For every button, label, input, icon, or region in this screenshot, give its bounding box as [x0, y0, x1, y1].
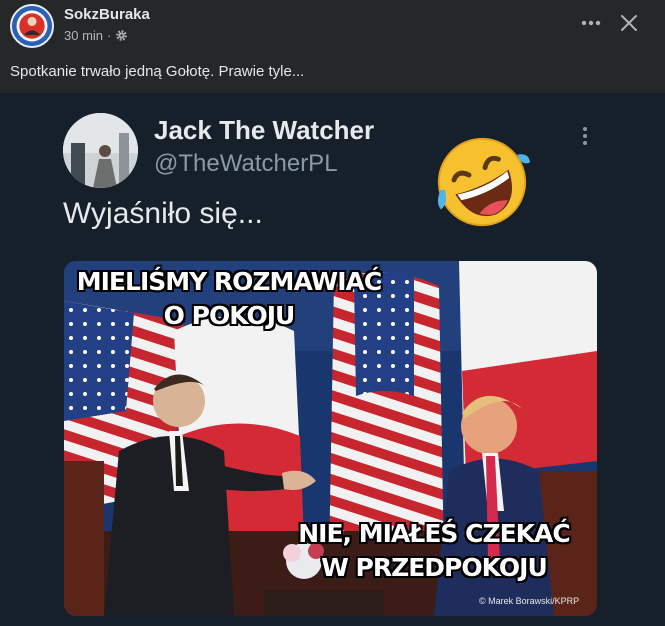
- more-vertical-icon: [583, 127, 587, 145]
- author-avatar[interactable]: [10, 4, 54, 48]
- meme-bottom-text: NIE, MIAŁEŚ CZEKAĆ W PRZEDPOKOJU: [298, 519, 571, 582]
- post-image[interactable]: Jack The Watcher @TheWatcherPL Wyjaśniło: [0, 93, 665, 626]
- post-header: SokzBuraka 30 min ·: [0, 0, 665, 55]
- more-options-button[interactable]: [576, 8, 606, 38]
- meme-photo: MIELIŚMY ROZMAWIAĆ O POKOJU NIE, MIAŁEŚ …: [64, 261, 597, 616]
- post-meta: 30 min ·: [64, 28, 128, 43]
- author-name[interactable]: SokzBuraka: [64, 6, 150, 23]
- close-icon: [621, 15, 637, 31]
- gear-icon[interactable]: [115, 29, 128, 42]
- meme-top-text: MIELIŚMY ROZMAWIAĆ O POKOJU: [76, 267, 383, 330]
- tweet-screenshot: Jack The Watcher @TheWatcherPL Wyjaśniło: [40, 95, 625, 626]
- rolling-on-floor-laughing-emoji: [437, 137, 531, 227]
- close-button[interactable]: [614, 8, 644, 38]
- tweet-avatar: [63, 113, 138, 188]
- tweet-author-name: Jack The Watcher: [154, 115, 375, 145]
- tweet-more-button: [574, 121, 596, 151]
- post-time[interactable]: 30 min: [64, 28, 103, 43]
- post-caption: Spotkanie trwało jedną Gołotę. Prawie ty…: [10, 63, 305, 80]
- more-horizontal-icon: [581, 20, 601, 26]
- photo-credit: © Marek Borawski/KPRP: [479, 596, 580, 606]
- tweet-author-handle: @TheWatcherPL: [154, 150, 338, 177]
- tweet-text: Wyjaśniło się...: [63, 197, 263, 230]
